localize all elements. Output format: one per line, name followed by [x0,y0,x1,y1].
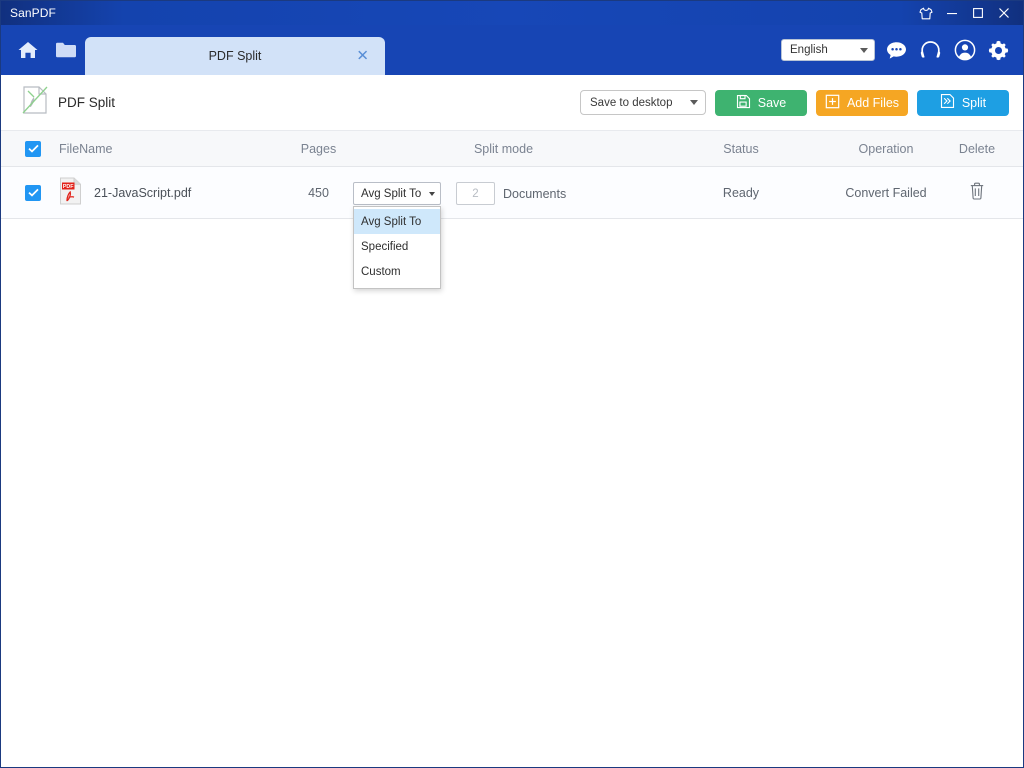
save-button-label: Save [757,95,787,110]
headphones-icon[interactable] [918,38,943,63]
dropdown-option-specified[interactable]: Specified [354,234,440,259]
documents-label: Documents [503,187,567,201]
split-mode-dropdown: Avg Split To Specified Custom [353,206,441,289]
save-path-select[interactable]: Save to desktop [580,90,706,115]
plus-square-icon [825,94,840,112]
table-header: FileName Pages Split mode Status Operati… [1,130,1023,167]
row-status: Ready [722,185,760,200]
row-delete-cell [941,167,1013,218]
pdf-split-icon [21,85,49,120]
row-select-checkbox[interactable] [25,184,41,201]
chevron-down-icon [860,47,868,53]
document-count-input[interactable]: 2 [456,182,495,205]
split-arrows-icon [940,93,955,112]
page-title: PDF Split [58,95,116,110]
folder-icon[interactable] [53,37,79,63]
chevron-down-icon [429,191,435,196]
header-filename[interactable]: FileName [59,131,113,166]
row-checkbox-cell [23,167,43,218]
row-operation[interactable]: Convert Failed [821,167,951,218]
chevron-down-icon [690,100,698,105]
row-filename-cell: PDF 21-JavaScript.pdf [59,167,191,218]
gear-icon[interactable] [986,38,1011,63]
document-count-value: 2 [472,187,479,200]
trash-icon[interactable] [969,182,985,203]
split-mode-value: Avg Split To [361,187,422,200]
toolbar-actions: Save to desktop Save Add Files Split [580,89,1009,116]
language-select[interactable]: English [781,39,875,61]
save-path-value: Save to desktop [590,96,673,109]
add-files-button-label: Add Files [846,95,900,110]
dropdown-option-avg-split-to[interactable]: Avg Split To [354,209,440,234]
home-icon[interactable] [15,37,41,63]
header-split-mode[interactable]: Split mode [421,131,586,166]
header-pages[interactable]: Pages [261,131,376,166]
dropdown-option-custom[interactable]: Custom [354,259,440,284]
add-files-button[interactable]: Add Files [816,89,908,116]
minimize-icon[interactable] [939,1,965,25]
app-title: SanPDF [10,6,56,20]
tshirt-icon[interactable] [913,1,939,25]
tab-close-icon[interactable]: ✕ [356,49,369,64]
split-button[interactable]: Split [917,89,1009,116]
language-value: English [790,44,828,56]
title-bar: SanPDF [1,1,1023,25]
row-filename: 21-JavaScript.pdf [94,185,192,200]
tab-label: PDF Split [208,49,262,63]
header-delete[interactable]: Delete [941,131,1013,166]
nav-icons [1,25,79,75]
right-tools: English [781,25,1023,75]
split-button-label: Split [961,95,987,110]
header-status[interactable]: Status [681,131,801,166]
header-operation[interactable]: Operation [821,131,951,166]
pdf-file-icon: PDF [59,177,82,208]
user-account-icon[interactable] [952,38,977,63]
tab-pdf-split[interactable]: PDF Split ✕ [85,37,385,75]
application-window: SanPDF PDF Split ✕ English PDF Split Sav… [0,0,1024,768]
floppy-save-icon [736,94,751,112]
maximize-icon[interactable] [965,1,991,25]
tab-bar: PDF Split ✕ English [1,25,1023,75]
save-button[interactable]: Save [715,89,807,116]
select-all-checkbox-cell [23,131,43,166]
empty-list-area [1,219,1023,767]
select-all-checkbox[interactable] [25,140,41,157]
action-toolbar: PDF Split Save to desktop Save Add Files… [1,75,1023,130]
split-mode-select[interactable]: Avg Split To [353,182,441,205]
chat-icon[interactable] [884,38,909,63]
close-icon[interactable] [991,1,1017,25]
window-controls [913,1,1023,25]
mode-title-group: PDF Split [21,85,115,120]
split-mode-control: Avg Split To Avg Split To Specified Cust… [353,182,441,289]
svg-text:PDF: PDF [63,184,74,190]
